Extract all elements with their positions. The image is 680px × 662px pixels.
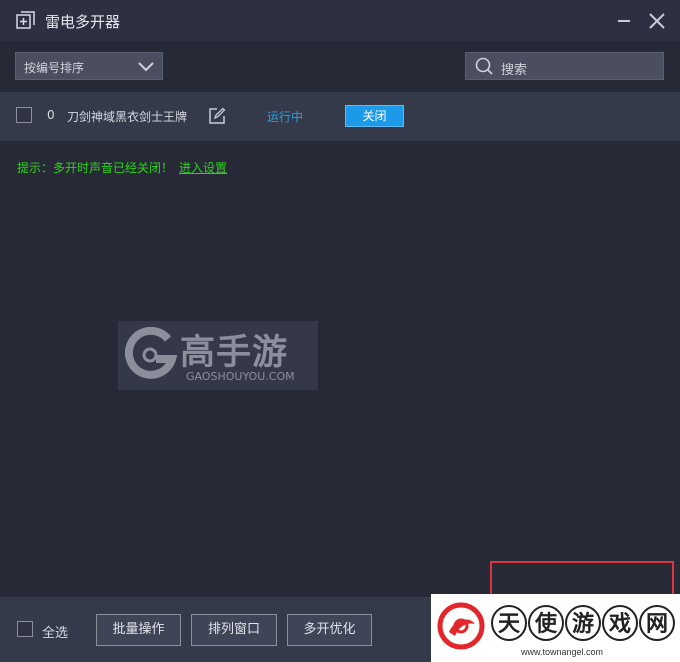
stamp-char: 网 xyxy=(646,612,668,637)
hint-text: 提示：多开时声音已经关闭！ xyxy=(17,161,174,175)
title-bar: 雷电多开器 xyxy=(0,0,680,43)
search-placeholder: 搜索 xyxy=(501,63,528,78)
toolbar: 按编号排序 搜索 xyxy=(0,43,680,91)
add-window-icon xyxy=(16,11,35,29)
window-title: 雷电多开器 xyxy=(45,13,121,31)
sort-dropdown[interactable]: 按编号排序 xyxy=(15,52,163,80)
select-all-checkbox[interactable] xyxy=(17,621,33,637)
minimize-button[interactable] xyxy=(612,10,636,32)
townangel-title: 天 使 游 戏 网 xyxy=(491,605,675,641)
instance-status: 运行中 xyxy=(267,110,304,124)
instance-row: 0 刀剑神域黑衣剑士王牌 运行中 关闭 xyxy=(0,92,680,141)
gaoshouyou-logo-icon xyxy=(124,327,178,379)
watermark-domain: GAOSHOUYOU.COM xyxy=(186,370,295,383)
close-icon[interactable] xyxy=(645,9,669,33)
multi-open-optimize-button[interactable]: 多开优化 xyxy=(287,614,372,646)
townangel-logo-icon xyxy=(437,602,485,650)
arrange-windows-button[interactable]: 排列窗口 xyxy=(191,614,277,646)
stamp-char: 游 xyxy=(572,611,594,637)
chevron-down-icon xyxy=(138,62,154,72)
edit-icon[interactable] xyxy=(208,107,226,125)
townangel-domain: www.townangel.com xyxy=(521,647,604,657)
search-input[interactable]: 搜索 xyxy=(465,52,664,80)
search-icon xyxy=(475,57,493,75)
batch-operation-button[interactable]: 批量操作 xyxy=(96,614,181,646)
instance-checkbox[interactable] xyxy=(16,107,32,123)
stamp-char: 天 xyxy=(498,612,521,637)
stamp-char: 戏 xyxy=(608,612,631,637)
instance-index: 0 xyxy=(47,108,55,122)
stamp-char: 使 xyxy=(534,612,558,637)
watermark-title: 高手游 xyxy=(180,333,289,373)
sort-dropdown-label: 按编号排序 xyxy=(24,61,85,75)
instance-name: 刀剑神域黑衣剑士王牌 xyxy=(67,110,188,124)
watermark: 高手游 GAOSHOUYOU.COM xyxy=(118,321,318,390)
close-instance-button[interactable]: 关闭 xyxy=(345,105,404,127)
select-all-label: 全选 xyxy=(42,626,69,641)
settings-link[interactable]: 进入设置 xyxy=(179,159,227,176)
townangel-stamp: 天 使 游 戏 网 www.townangel.com xyxy=(431,594,680,662)
